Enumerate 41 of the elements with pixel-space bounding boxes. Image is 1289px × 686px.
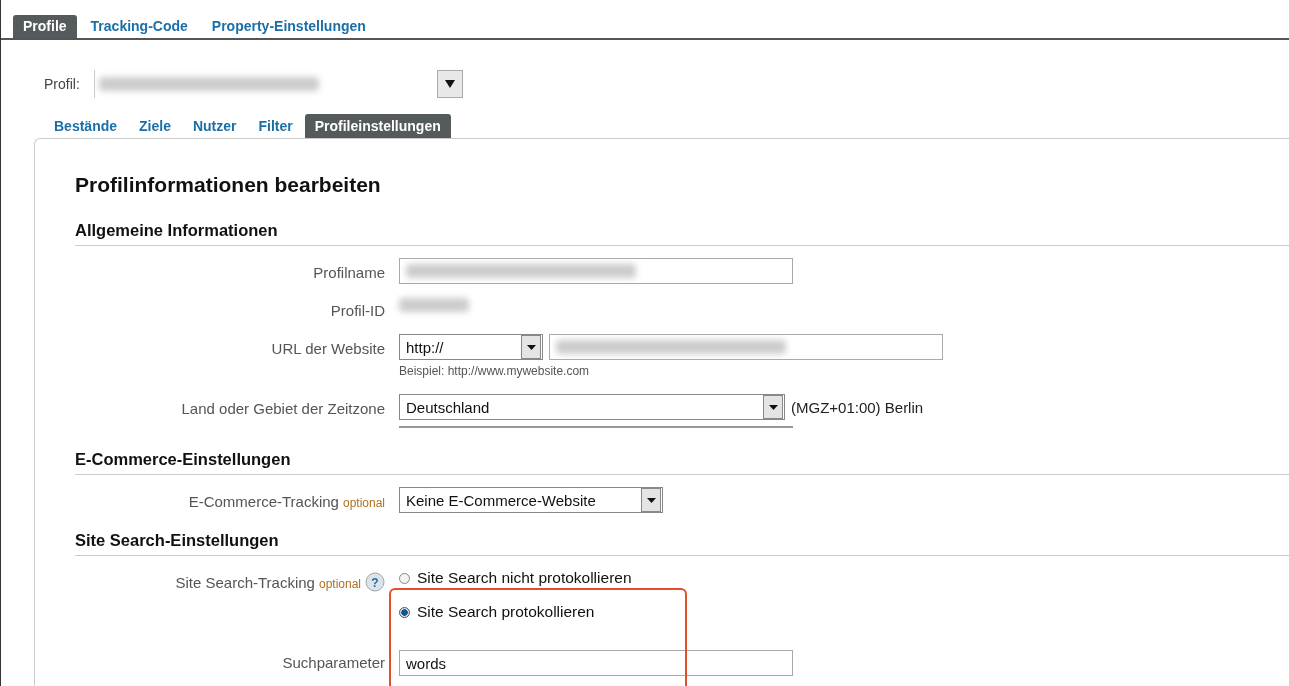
ecommerce-dropdown[interactable]: Keine E-Commerce-Website [399,487,663,513]
tab[interactable]: Tracking-Code [80,15,198,38]
radio-icon[interactable] [399,606,410,618]
field-label: Profilname [313,263,385,281]
page-title: Profilinformationen bearbeiten [75,173,382,197]
caret-icon [436,70,463,98]
section-title: Site Search-Einstellungen [75,531,1289,556]
tab[interactable]: Bestände [44,114,128,138]
profile-dropdown[interactable] [93,70,463,98]
field-label: Suchparameter [282,653,385,671]
field-label: Site Search-Tracking [175,573,315,591]
redacted-block [399,298,469,312]
caret-icon [763,395,783,419]
optional-label: optional [342,495,385,510]
url-input[interactable] [549,334,943,360]
tab[interactable]: Nutzer [182,114,247,138]
radio-option[interactable]: Site Search nicht protokollieren [399,568,632,588]
radio-option[interactable]: Site Search protokollieren [399,602,632,622]
timezone-text: (MGZ+01:00) Berlin [791,398,924,416]
section-title: Allgemeine Informationen [75,221,1289,246]
field-label: URL der Website [271,339,385,357]
tab[interactable]: Filter [248,114,303,138]
protocol-dropdown[interactable]: http:// [399,334,543,360]
field-label: Land oder Gebiet der Zeitzone [181,399,385,417]
help-icon[interactable]: ? [365,572,385,592]
tab[interactable]: Profileinstellungen [304,114,451,138]
radio-icon[interactable] [399,572,410,584]
profile-label: Profil: [44,76,80,92]
optional-label: optional [318,576,361,591]
section-title: E-Commerce-Einstellungen [75,450,1289,475]
tab[interactable]: Ziele [129,114,181,138]
tab[interactable]: Profile [13,15,77,38]
timezone-country-dropdown[interactable]: Deutschland [399,394,785,420]
tab[interactable]: Property-Einstellungen [201,15,376,38]
caret-icon [641,488,661,512]
caret-icon [521,335,541,359]
field-label: E-Commerce-Tracking [188,492,339,510]
text-input[interactable] [399,258,793,284]
search-parameter-input[interactable]: words [399,650,793,676]
example-hint: Beispiel: http://www.mywebsite.com [399,364,591,378]
field-label: Profil-ID [330,301,385,319]
